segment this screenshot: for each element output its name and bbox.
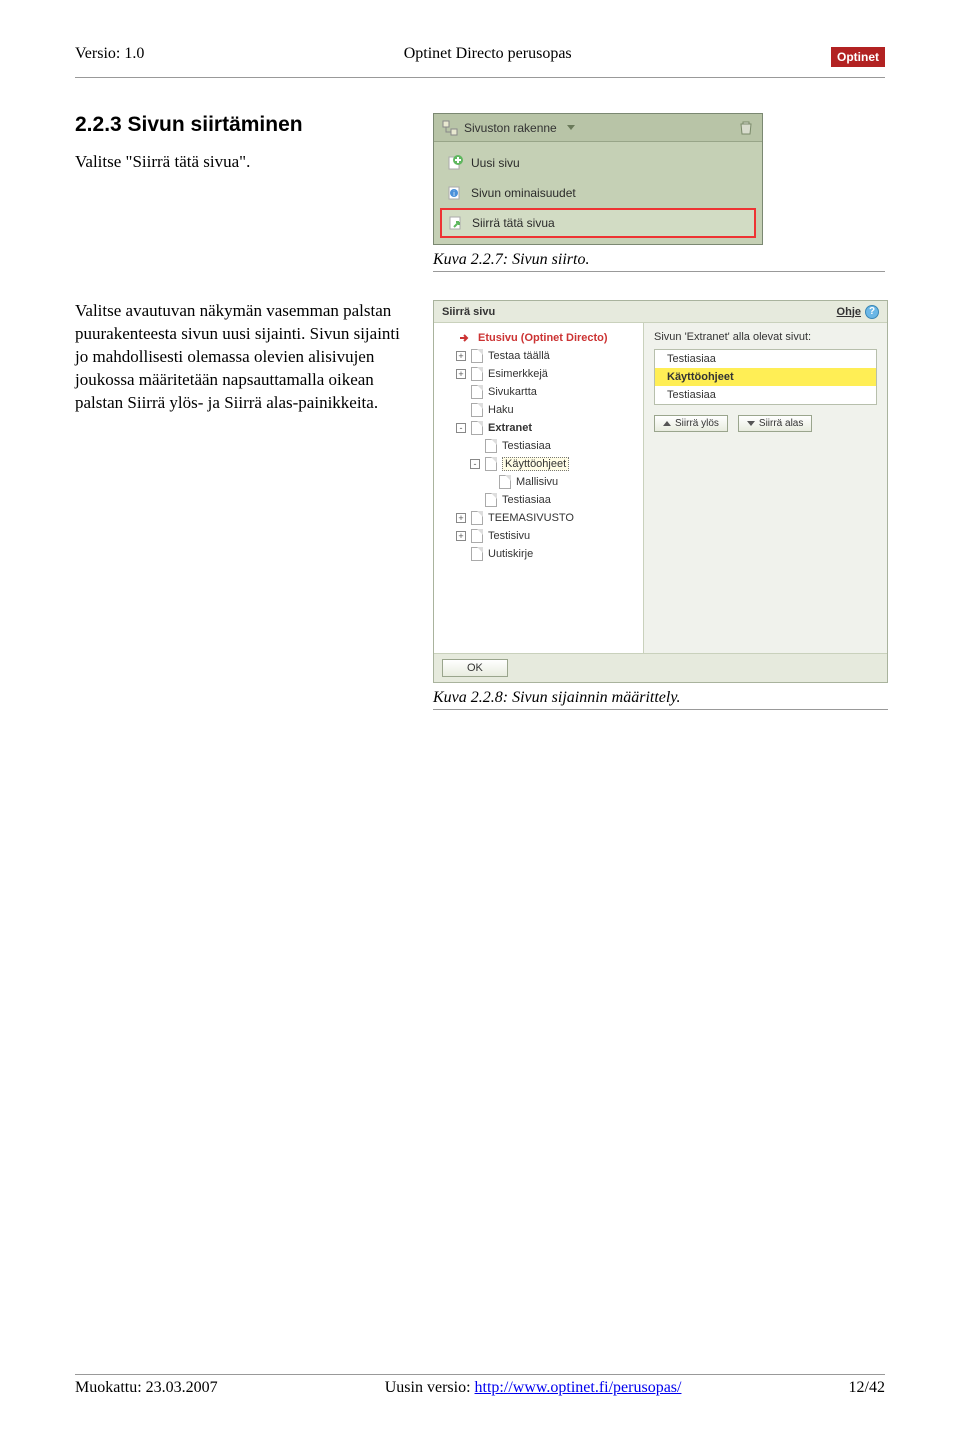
expand-icon[interactable]: - — [470, 459, 480, 469]
tree-label: Testiasiaa — [502, 440, 551, 452]
page-icon — [471, 547, 483, 561]
plus-page-icon — [447, 155, 463, 171]
page-icon — [471, 403, 483, 417]
list-item[interactable]: Testiasiaa — [655, 386, 876, 404]
intro-text: Valitse "Siirrä tätä sivua". — [75, 151, 415, 174]
tree-row[interactable]: + Testisivu — [438, 527, 639, 545]
tree-label: Testisivu — [488, 530, 530, 542]
menu-title: Sivuston rakenne — [464, 121, 557, 135]
help-icon[interactable]: ? — [865, 305, 879, 319]
tree-row[interactable]: + Testaa täällä — [438, 347, 639, 365]
menu-item-move-page[interactable]: Siirrä tätä sivua — [440, 208, 756, 238]
move-down-button[interactable]: Siirrä alas — [738, 415, 812, 432]
instruction-text: Valitse avautuvan näkymän vasemman palst… — [75, 300, 415, 415]
page-icon — [485, 439, 497, 453]
tree-label: Esimerkkejä — [488, 368, 548, 380]
menu-item-label: Siirrä tätä sivua — [472, 216, 555, 230]
tree-row[interactable]: Sivukartta — [438, 383, 639, 401]
list-item-label: Testiasiaa — [667, 389, 716, 401]
arrow-down-icon — [747, 421, 755, 426]
page-number: 12/42 — [849, 1379, 885, 1397]
arrow-up-icon — [663, 421, 671, 426]
trash-icon[interactable] — [738, 120, 754, 136]
footer-rule — [75, 1374, 885, 1375]
expand-icon[interactable]: + — [456, 351, 466, 361]
list-item-label: Käyttöohjeet — [667, 371, 734, 383]
screenshot-context-menu: Sivuston rakenne Uusi sivu — [433, 113, 763, 245]
info-page-icon: i — [447, 185, 463, 201]
tree-row[interactable]: + Esimerkkejä — [438, 365, 639, 383]
tree-label: Etusivu (Optinet Directo) — [478, 332, 608, 344]
page-icon — [471, 529, 483, 543]
tree-row[interactable]: Testiasiaa — [438, 491, 639, 509]
move-page-icon — [448, 215, 464, 231]
tree-row[interactable]: - Käyttöohjeet — [438, 455, 639, 473]
tree-row[interactable]: - Extranet — [438, 419, 639, 437]
list-item[interactable]: Käyttöohjeet — [655, 368, 876, 386]
version-label: Versio: 1.0 — [75, 45, 144, 63]
section-heading: 2.2.3 Sivun siirtäminen — [75, 113, 415, 137]
list-item-label: Testiasiaa — [667, 353, 716, 365]
tree-row[interactable]: + TEEMASIVUSTO — [438, 509, 639, 527]
button-label: Siirrä alas — [759, 418, 803, 429]
help-link[interactable]: Ohje — [837, 306, 861, 318]
latest-version: Uusin versio: http://www.optinet.fi/peru… — [385, 1379, 682, 1397]
expand-icon[interactable]: + — [456, 513, 466, 523]
tree-label: Mallisivu — [516, 476, 558, 488]
expand-icon[interactable]: + — [456, 531, 466, 541]
page-icon — [485, 457, 497, 471]
tree-label: Käyttöohjeet — [502, 457, 569, 471]
tree-row[interactable]: Testiasiaa — [438, 437, 639, 455]
right-pane-heading: Sivun 'Extranet' alla olevat sivut: — [654, 331, 877, 343]
tree-pane[interactable]: Etusivu (Optinet Directo)+Testaa täällä+… — [434, 323, 644, 653]
move-up-button[interactable]: Siirrä ylös — [654, 415, 728, 432]
tree-row[interactable]: Mallisivu — [438, 473, 639, 491]
chevron-down-icon — [563, 120, 579, 136]
page-icon — [471, 349, 483, 363]
figure-caption-1: Kuva 2.2.7: Sivun siirto. — [433, 251, 885, 269]
dialog-title: Siirrä sivu — [442, 306, 495, 318]
page-icon — [485, 493, 497, 507]
tree-label: Extranet — [488, 422, 532, 434]
tree-label: Haku — [488, 404, 514, 416]
page-icon — [471, 385, 483, 399]
tree-label: Sivukartta — [488, 386, 537, 398]
menu-item-page-properties[interactable]: i Sivun ominaisuudet — [440, 178, 756, 208]
header-rule — [75, 77, 885, 78]
tree-row[interactable]: Uutiskirje — [438, 545, 639, 563]
page-icon — [471, 511, 483, 525]
home-arrow-icon — [457, 330, 473, 346]
tree-label: TEEMASIVUSTO — [488, 512, 574, 524]
page-icon — [471, 421, 483, 435]
subpage-list[interactable]: Testiasiaa Käyttöohjeet Testiasiaa — [654, 349, 877, 405]
screenshot-move-dialog: Siirrä sivu Ohje ? Etusivu (Optinet Dire… — [433, 300, 888, 683]
expand-icon[interactable]: + — [456, 369, 466, 379]
tree-label: Uutiskirje — [488, 548, 533, 560]
tree-label: Testiasiaa — [502, 494, 551, 506]
tree-icon — [442, 120, 458, 136]
page-icon — [499, 475, 511, 489]
expand-icon[interactable]: - — [456, 423, 466, 433]
figure-caption-2: Kuva 2.2.8: Sivun sijainnin määrittely. — [433, 689, 888, 707]
modified-date: Muokattu: 23.03.2007 — [75, 1379, 218, 1397]
optinet-logo: Optinet — [831, 47, 885, 67]
caption-rule-2 — [433, 709, 888, 710]
button-label: Siirrä ylös — [675, 418, 719, 429]
menu-item-new-page[interactable]: Uusi sivu — [440, 148, 756, 178]
menu-item-label: Sivun ominaisuudet — [471, 186, 576, 200]
list-item[interactable]: Testiasiaa — [655, 350, 876, 368]
tree-label: Testaa täällä — [488, 350, 550, 362]
tree-row[interactable]: Etusivu (Optinet Directo) — [438, 329, 639, 347]
latest-version-link[interactable]: http://www.optinet.fi/perusopas/ — [475, 1379, 682, 1396]
caption-rule-1 — [433, 271, 885, 272]
menu-item-label: Uusi sivu — [471, 156, 520, 170]
page-icon — [471, 367, 483, 381]
doc-title: Optinet Directo perusopas — [404, 45, 572, 63]
ok-button[interactable]: OK — [442, 659, 508, 677]
tree-row[interactable]: Haku — [438, 401, 639, 419]
